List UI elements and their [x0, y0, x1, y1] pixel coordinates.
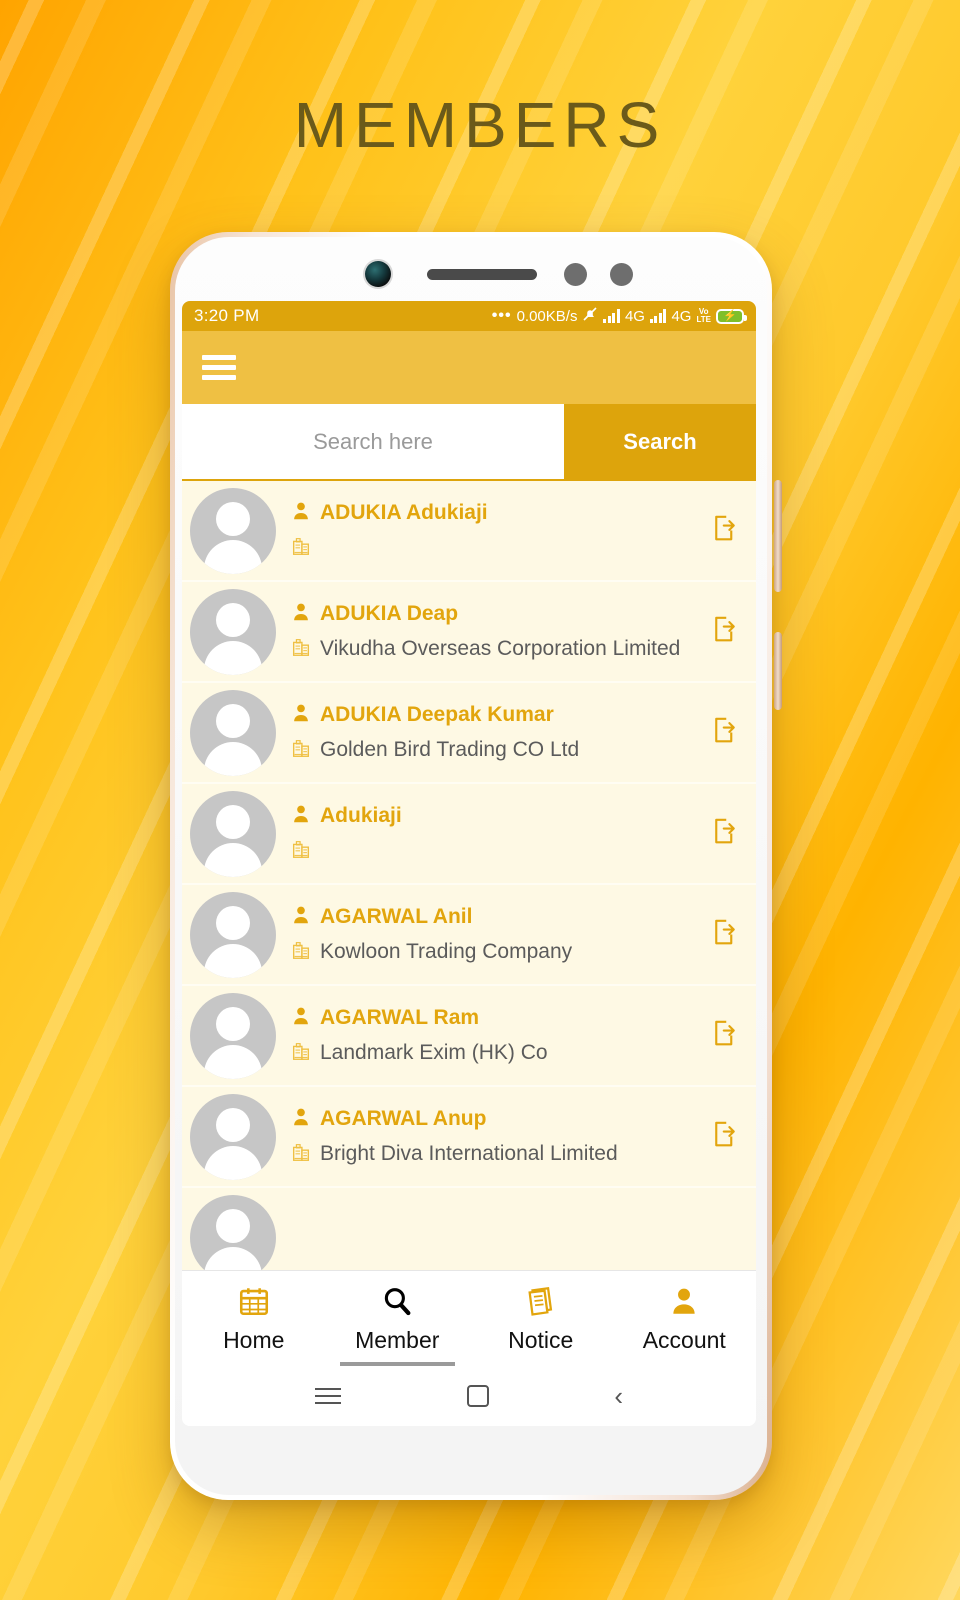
back-chevron-icon[interactable]: ‹ — [614, 1383, 623, 1409]
member-row[interactable]: Adukiaji — [182, 784, 756, 885]
square-icon[interactable] — [466, 1385, 489, 1407]
member-name: ADUKIA Deepak Kumar — [320, 703, 554, 726]
building-icon — [290, 535, 312, 562]
front-camera-icon — [365, 261, 391, 287]
member-row[interactable]: ADUKIA Adukiaji — [182, 481, 756, 582]
member-row[interactable]: AGARWAL Anil Kowloon Trading Company — [182, 885, 756, 986]
member-name: AGARWAL Anup — [320, 1107, 487, 1130]
share-member-icon[interactable] — [710, 917, 740, 952]
tab-home[interactable]: Home — [182, 1271, 326, 1366]
building-icon — [290, 939, 312, 966]
avatar — [190, 891, 276, 978]
notes-icon — [524, 1284, 558, 1323]
bell-muted-icon — [582, 306, 598, 326]
member-name: AGARWAL Anil — [320, 905, 473, 928]
person-icon — [290, 601, 312, 628]
member-row[interactable]: ADUKIA Deepak Kumar Golden Bird Trading C… — [182, 683, 756, 784]
light-sensor-icon — [610, 263, 633, 286]
share-member-icon[interactable] — [710, 1018, 740, 1053]
earpiece-speaker — [427, 269, 537, 280]
calendar-icon — [237, 1284, 271, 1323]
building-icon — [290, 1040, 312, 1067]
building-icon — [290, 1141, 312, 1168]
search-input[interactable] — [182, 404, 564, 479]
tab-home-label: Home — [223, 1326, 285, 1353]
member-name: Adukiaji — [320, 804, 402, 827]
avatar — [190, 689, 276, 776]
tab-account-label: Account — [642, 1326, 726, 1353]
avatar — [190, 588, 276, 675]
android-navigation-bar: ‹ — [182, 1366, 756, 1426]
menu-icon[interactable] — [314, 1383, 341, 1409]
battery-charging-icon: ⚡ — [716, 308, 747, 324]
share-member-icon[interactable] — [710, 614, 740, 649]
status-datarate: 0.00KB/s — [516, 307, 578, 325]
power-button[interactable] — [774, 632, 782, 710]
member-list[interactable]: ADUKIA Adukiaji ADUKIA Deap Vikudha Overse… — [182, 479, 756, 1270]
search-icon — [380, 1284, 414, 1323]
share-member-icon[interactable] — [710, 715, 740, 750]
tab-member-label: Member — [355, 1326, 440, 1353]
member-name: ADUKIA Deap — [320, 602, 459, 625]
phone-device: 3:20 PM ••• 0.00KB/s 4G 4G Vo LTE ⚡ Sear… — [170, 232, 782, 1500]
member-company: Landmark Exim (HK) Co — [320, 1041, 548, 1064]
signal-bars-2-icon — [649, 309, 667, 323]
tab-member[interactable]: Member — [326, 1271, 470, 1366]
avatar — [190, 487, 276, 574]
person-icon — [290, 1005, 312, 1032]
member-name: ADUKIA Adukiaji — [320, 501, 488, 524]
status-bar: 3:20 PM ••• 0.00KB/s 4G 4G Vo LTE ⚡ — [182, 301, 756, 331]
person-icon — [290, 1106, 312, 1133]
member-row[interactable]: AGARWAL Ram Landmark Exim (HK) Co — [182, 986, 756, 1087]
share-member-icon[interactable] — [710, 816, 740, 851]
tab-account[interactable]: Account — [613, 1271, 757, 1366]
signal-bars-1-icon — [603, 309, 620, 323]
person-icon — [290, 500, 312, 527]
member-row[interactable]: ADUKIA Deap Vikudha Overseas Corporation … — [182, 582, 756, 683]
phone-bottom-bezel — [182, 1426, 760, 1488]
search-button[interactable]: Search — [564, 404, 756, 479]
member-company: Bright Diva International Limited — [320, 1142, 618, 1165]
status-dots-icon: ••• — [491, 307, 512, 324]
person-icon — [290, 803, 312, 830]
member-name: AGARWAL Ram — [320, 1006, 480, 1029]
person-icon — [667, 1284, 701, 1323]
bottom-tab-bar: Home Member Notice Account — [182, 1270, 756, 1366]
member-company: Kowloon Trading Company — [320, 940, 573, 963]
member-company: Golden Bird Trading CO Ltd — [320, 738, 580, 761]
tab-notice[interactable]: Notice — [469, 1271, 613, 1366]
avatar — [190, 1194, 276, 1270]
status-time: 3:20 PM — [194, 306, 260, 325]
member-row-partial[interactable] — [182, 1188, 756, 1270]
avatar — [190, 790, 276, 877]
member-row[interactable]: AGARWAL Anup Bright Diva International Li… — [182, 1087, 756, 1188]
share-member-icon[interactable] — [710, 513, 740, 548]
phone-top-bezel — [182, 245, 760, 301]
avatar — [190, 992, 276, 1079]
search-bar: Search — [182, 404, 756, 479]
hamburger-menu-icon[interactable] — [202, 350, 236, 385]
volume-button[interactable] — [774, 480, 782, 592]
network-type-2: 4G — [671, 307, 692, 325]
network-type-1: 4G — [624, 307, 645, 325]
tab-notice-label: Notice — [508, 1326, 574, 1353]
avatar — [190, 1093, 276, 1180]
share-member-icon[interactable] — [710, 1119, 740, 1154]
building-icon — [290, 636, 312, 663]
person-icon — [290, 904, 312, 931]
page-title: MEMBERS — [293, 89, 667, 161]
building-icon — [290, 838, 312, 865]
person-icon — [290, 702, 312, 729]
member-company: Vikudha Overseas Corporation Limited — [320, 637, 681, 660]
app-bar — [182, 331, 756, 404]
volte-icon: Vo LTE — [696, 307, 711, 324]
proximity-sensor-icon — [564, 263, 587, 286]
building-icon — [290, 737, 312, 764]
phone-screen: 3:20 PM ••• 0.00KB/s 4G 4G Vo LTE ⚡ Sear… — [182, 301, 756, 1426]
